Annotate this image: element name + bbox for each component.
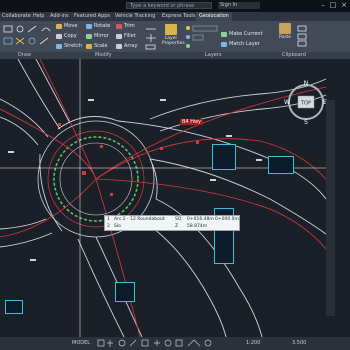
clipboard-icons[interactable]	[296, 25, 310, 47]
tooltip-row-value: 0+016.48m	[187, 217, 214, 222]
fillet-icon	[116, 34, 122, 39]
tooltip-row-text: Slo	[114, 224, 121, 229]
panel-label-modify[interactable]: Modify	[95, 52, 112, 59]
tooltip-row-number: 2	[107, 224, 110, 229]
status-bar: MODEL 1:200 3.500	[0, 337, 350, 350]
make-current-icon	[221, 32, 227, 37]
copy-button[interactable]: Copy	[56, 33, 77, 40]
modify-extra-icons[interactable]	[144, 25, 158, 51]
maximize-button[interactable]: □	[328, 1, 338, 10]
scale-button[interactable]: Scale	[86, 43, 107, 50]
tooltip-row-text: Arc 2 - 12 Roundabout	[114, 217, 165, 222]
quick-properties-tooltip[interactable]: 1 Arc 2 - 12 Roundabout SO 0+016.48m 0+0…	[104, 215, 240, 231]
lineweight-value[interactable]: 3.500	[292, 340, 306, 347]
tooltip-row-value2: 0+000.0m	[215, 217, 239, 222]
trim-icon	[116, 24, 122, 29]
array-button[interactable]: Array	[116, 43, 137, 50]
search-box[interactable]: Type a keyword or phrase	[126, 2, 212, 9]
stretch-icon	[56, 44, 62, 49]
tab-featured-apps[interactable]: Featured Apps	[74, 12, 110, 21]
make-current-button[interactable]: Make Current	[221, 31, 263, 38]
compass-south[interactable]: S	[304, 119, 308, 126]
tab-vehicle-tracking[interactable]: Vehicle Tracking	[115, 12, 155, 21]
tooltip-row-code: SO	[175, 217, 182, 222]
rotate-button[interactable]: Rotate	[86, 23, 110, 30]
tooltip-row-number: 1	[107, 217, 110, 222]
scale-icon	[86, 44, 92, 49]
paste-button[interactable]: Paste	[276, 23, 294, 43]
ribbon-panel-labels: Draw Modify Layers Clipboard	[0, 52, 350, 59]
tab-express-tools[interactable]: Express Tools	[162, 12, 195, 21]
status-toggle-icons[interactable]	[96, 339, 226, 348]
array-icon	[116, 44, 122, 49]
layer-properties-button[interactable]: Layer Properties	[162, 24, 185, 46]
match-layer-button[interactable]: Match Layer	[221, 41, 260, 48]
draw-tools-icon[interactable]	[2, 24, 60, 50]
rotate-icon	[86, 24, 92, 29]
navigation-bar[interactable]	[326, 100, 335, 316]
tooltip-row-code: Z	[175, 224, 179, 229]
sign-in-button[interactable]: Sign In	[218, 2, 260, 9]
copy-icon	[56, 34, 62, 39]
tab-geolocation[interactable]: Geolocation	[196, 12, 232, 21]
fillet-button[interactable]: Fillet	[116, 33, 136, 40]
layer-properties-icon	[165, 24, 177, 35]
move-icon	[56, 24, 62, 29]
move-button[interactable]: Move	[56, 23, 77, 30]
match-layer-icon	[221, 42, 227, 47]
road-name-label[interactable]: B4 Hwy	[180, 119, 204, 125]
viewcube-top-label: TOP	[300, 101, 311, 107]
mirror-button[interactable]: Mirror	[86, 33, 109, 40]
model-space-button[interactable]: MODEL	[72, 340, 90, 347]
stretch-button[interactable]: Stretch	[56, 43, 82, 50]
annotation-scale[interactable]: 1:200	[246, 340, 260, 347]
compass-west[interactable]: W	[284, 99, 290, 106]
panel-label-draw[interactable]: Draw	[18, 52, 31, 59]
minimize-button[interactable]: –	[318, 1, 328, 10]
tab-add-ins[interactable]: Add-ins	[50, 12, 69, 21]
layer-state-icons[interactable]	[184, 24, 220, 50]
tab-collaborate[interactable]: Collaborate	[2, 12, 31, 21]
ribbon-tabs: Collaborate Help Add-ins Featured Apps V…	[0, 12, 350, 21]
alignment-label-block[interactable]	[115, 282, 135, 302]
close-button[interactable]: ×	[339, 1, 349, 10]
panel-label-clipboard[interactable]: Clipboard	[282, 52, 306, 59]
tab-help[interactable]: Help	[33, 12, 44, 21]
alignment-label-block[interactable]	[212, 144, 236, 170]
tooltip-row-value: 58.874m	[187, 224, 208, 229]
compass-north[interactable]: N	[304, 80, 309, 87]
title-bar: Type a keyword or phrase Sign In – □ ×	[0, 0, 350, 12]
alignment-label-block[interactable]	[268, 156, 294, 174]
viewcube[interactable]: TOP N S E W	[284, 78, 328, 128]
alignment-label-block[interactable]	[5, 300, 23, 314]
mirror-icon	[86, 34, 92, 39]
trim-button[interactable]: Trim	[116, 23, 135, 30]
paste-icon	[279, 23, 291, 34]
panel-label-layers[interactable]: Layers	[205, 52, 222, 59]
